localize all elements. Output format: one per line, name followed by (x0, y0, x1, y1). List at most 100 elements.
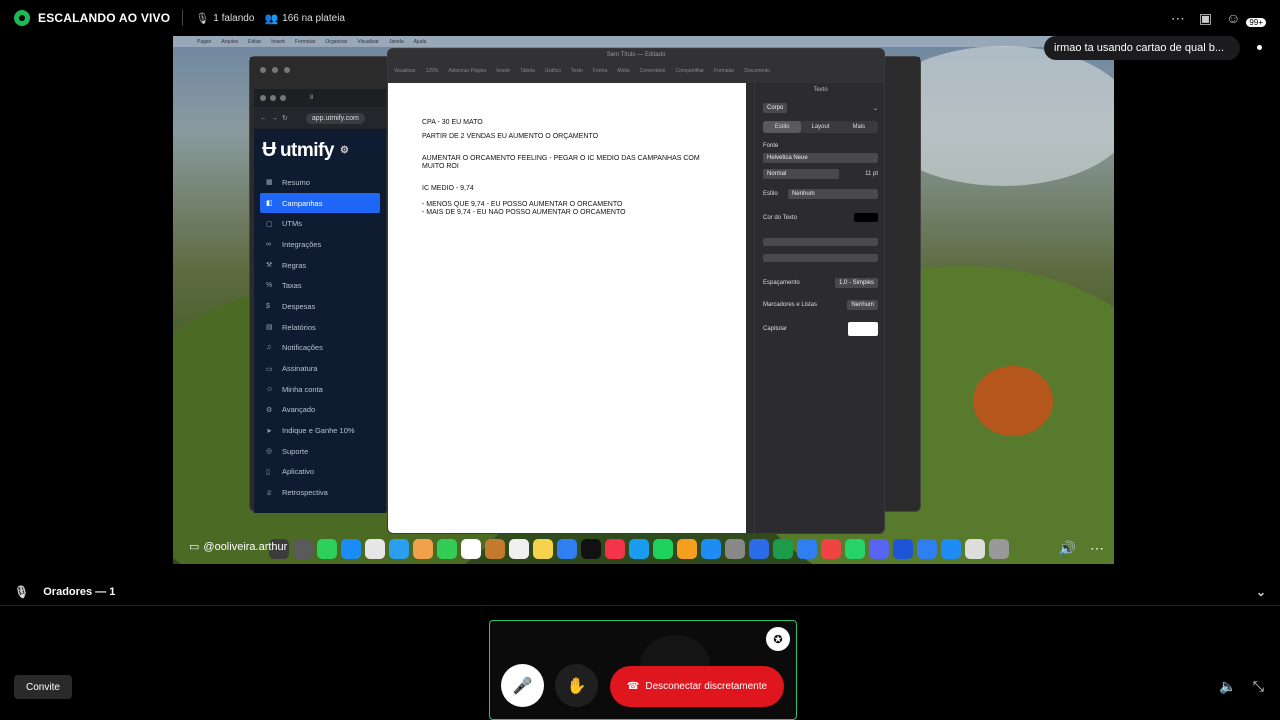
more-options-icon[interactable]: ⋯ (1171, 10, 1185, 27)
chevron-down-icon[interactable]: ⌄ (873, 105, 878, 112)
chat-message[interactable]: irmao ta usando cartao de qual b... (1044, 36, 1240, 60)
dock-app-icon[interactable] (413, 539, 433, 559)
menu-arquivo[interactable]: Arquivo (221, 39, 238, 45)
dock-app-icon[interactable] (989, 539, 1009, 559)
dock-app-icon[interactable] (581, 539, 601, 559)
sidebar-item-suporte[interactable]: ◎ Suporte (254, 441, 386, 462)
reload-icon[interactable]: ↻ (282, 114, 288, 122)
chevron-down-icon[interactable]: ⌄ (1256, 585, 1266, 599)
toolbar-inserir[interactable]: Inserir (496, 68, 510, 74)
dock-app-icon[interactable] (941, 539, 961, 559)
sidebar-item-taxas[interactable]: % Taxas (254, 275, 386, 296)
sidebar-item-indique-e-ganhe-10-[interactable]: ➤ Indique e Ganhe 10% (254, 420, 386, 441)
sidebar-item-relat-rios[interactable]: ▤ Relatórios (254, 317, 386, 338)
dock-app-icon[interactable] (797, 539, 817, 559)
close-dot[interactable] (260, 95, 266, 101)
toolbar-formatar[interactable]: Formatar (714, 68, 734, 74)
minimize-dot[interactable] (272, 67, 278, 73)
forward-icon[interactable]: → (271, 115, 278, 122)
dock-app-icon[interactable] (341, 539, 361, 559)
sidebar-item-resumo[interactable]: ▦ Resumo (254, 172, 386, 193)
dock-app-icon[interactable] (629, 539, 649, 559)
sidebar-item-retrospectiva[interactable]: ♕ Retrospectiva (254, 482, 386, 503)
toolbar-midia[interactable]: Mídia (617, 68, 629, 74)
tab-estilo[interactable]: Estilo (763, 121, 802, 133)
dock-app-icon[interactable] (365, 539, 385, 559)
dropcap-label[interactable]: Capitular (763, 326, 787, 332)
sidebar-item-integra-es[interactable]: ∞ Integrações (254, 234, 386, 255)
back-icon[interactable]: ← (260, 115, 267, 122)
menu-ajuda[interactable]: Ajuda (414, 39, 427, 45)
dock-app-icon[interactable] (845, 539, 865, 559)
more-options-icon[interactable]: ⋯ (1090, 540, 1104, 557)
tab-layout[interactable]: Layout (801, 121, 839, 133)
color-swatch[interactable] (854, 213, 878, 222)
dropcap-preview[interactable] (848, 322, 878, 336)
sidebar-item-utms[interactable]: ▢ UTMs (254, 213, 386, 234)
leave-quietly-button[interactable]: ☎ Desconectar discretamente (610, 666, 784, 707)
dock-app-icon[interactable] (557, 539, 577, 559)
volume-icon[interactable]: 🔈 (1219, 678, 1236, 695)
zoom-value[interactable]: 125% (426, 68, 439, 74)
sidebar-item-avan-ado[interactable]: ⚙ Avançado (254, 400, 386, 421)
zoom-dot[interactable] (284, 67, 290, 73)
font-select[interactable]: Helvetica Neue (763, 153, 878, 163)
sidebar-item-assinatura[interactable]: ▭ Assinatura (254, 358, 386, 379)
toolbar-compartilhar[interactable]: Compartilhar (675, 68, 704, 74)
sidebar-item-aplicativo[interactable]: ▯ Aplicativo (254, 462, 386, 483)
settings-icon[interactable]: ⚙ (340, 145, 349, 156)
style-select[interactable]: Nenhum (788, 189, 878, 199)
paragraph-style[interactable]: Corpo (763, 103, 788, 113)
volume-icon[interactable]: 🔊 (1059, 540, 1076, 557)
dock-app-icon[interactable] (509, 539, 529, 559)
weight-select[interactable]: Normal (763, 169, 839, 179)
dock-app-icon[interactable] (485, 539, 505, 559)
close-dot[interactable] (260, 67, 266, 73)
dock-app-icon[interactable] (653, 539, 673, 559)
indent-bar[interactable] (763, 254, 878, 262)
sidebar-item-regras[interactable]: ⚒ Regras (254, 255, 386, 276)
dock-app-icon[interactable] (893, 539, 913, 559)
dock-app-icon[interactable] (917, 539, 937, 559)
toolbar-tabela[interactable]: Tabela (520, 68, 535, 74)
menu-formatar[interactable]: Formatar (295, 39, 315, 45)
dock-app-icon[interactable] (725, 539, 745, 559)
address-bar[interactable]: app.utmify.com (305, 112, 365, 124)
font-size[interactable]: 11 pt (865, 171, 878, 177)
dock-app-icon[interactable] (389, 539, 409, 559)
chat-icon[interactable]: ☺ (1226, 10, 1240, 26)
bullets-select[interactable]: Nenhum (847, 300, 878, 310)
sidebar-item-campanhas[interactable]: ◧ Campanhas (260, 192, 380, 214)
browser-tab[interactable]: 8 (310, 95, 313, 101)
menu-visualizar[interactable]: Visualizar (357, 39, 379, 45)
dock-app-icon[interactable] (677, 539, 697, 559)
mute-button[interactable]: 🎤 (501, 664, 544, 707)
dock-app-icon[interactable] (869, 539, 889, 559)
dock-app-icon[interactable] (965, 539, 985, 559)
menu-inserir[interactable]: Inserir (271, 39, 285, 45)
minimize-dot[interactable] (270, 95, 276, 101)
alignment-bar[interactable] (763, 238, 878, 246)
dock-app-icon[interactable] (701, 539, 721, 559)
menu-janela[interactable]: Janela (389, 39, 404, 45)
zoom-dot[interactable] (280, 95, 286, 101)
invite-button[interactable]: Convite (14, 675, 72, 699)
toolbar-visualizar[interactable]: Visualizar (394, 68, 416, 74)
toolbar-documento[interactable]: Documento (744, 68, 770, 74)
toolbar-texto[interactable]: Texto (571, 68, 583, 74)
toolbar-grafico[interactable]: Gráfico (545, 68, 561, 74)
toolbar-comentario[interactable]: Comentário (640, 68, 666, 74)
dock-app-icon[interactable] (773, 539, 793, 559)
dock-app-icon[interactable] (437, 539, 457, 559)
dock-app-icon[interactable] (605, 539, 625, 559)
dock-app-icon[interactable] (293, 539, 313, 559)
dock-app-icon[interactable] (749, 539, 769, 559)
minimize-icon[interactable]: ⤡ (1253, 678, 1264, 695)
dock-app-icon[interactable] (533, 539, 553, 559)
menu-pages[interactable]: Pages (197, 39, 211, 45)
dock-app-icon[interactable] (317, 539, 337, 559)
raise-hand-button[interactable]: ✋ (555, 664, 598, 707)
dock-icon[interactable]: ▣ (1199, 10, 1212, 27)
sidebar-item-minha-conta[interactable]: ☺ Minha conta (254, 379, 386, 400)
spacing-select[interactable]: 1,0 - Simples (834, 278, 878, 288)
